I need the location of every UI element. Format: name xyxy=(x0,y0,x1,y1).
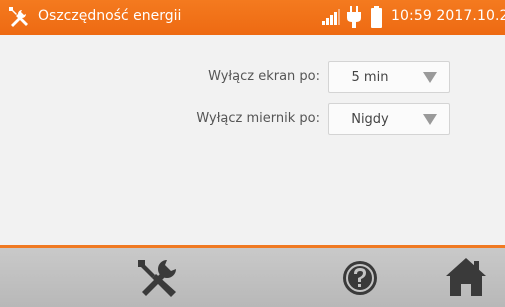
screen-off-row: Wyłącz ekran po: xyxy=(0,60,320,94)
title-bar: Oszczędność energii 10:59 2017.10.26 xyxy=(0,0,505,35)
plug-icon xyxy=(347,6,361,28)
chevron-down-icon xyxy=(423,114,437,125)
home-icon xyxy=(446,258,486,296)
bottom-toolbar xyxy=(0,248,505,307)
settings-panel: Wyłącz ekran po: 5 min Wyłącz miernik po… xyxy=(0,35,505,245)
help-button[interactable] xyxy=(341,259,379,297)
help-icon xyxy=(343,261,377,295)
meter-off-label: Wyłącz miernik po: xyxy=(196,111,320,126)
home-button[interactable] xyxy=(446,258,486,296)
screen-off-select[interactable]: 5 min xyxy=(328,61,450,93)
meter-off-select[interactable]: Nigdy xyxy=(328,103,450,135)
meter-off-value: Nigdy xyxy=(351,112,389,127)
chevron-down-icon xyxy=(423,72,437,83)
screen-off-value: 5 min xyxy=(351,70,389,85)
tools-icon xyxy=(138,260,176,297)
clock-readout: 10:59 2017.10.26 xyxy=(391,8,505,24)
signal-icon xyxy=(322,9,340,25)
meter-off-row: Wyłącz miernik po: xyxy=(0,102,320,136)
screen-off-label: Wyłącz ekran po: xyxy=(208,69,320,84)
tools-button[interactable] xyxy=(136,258,180,298)
tools-icon xyxy=(9,7,28,27)
battery-icon xyxy=(371,6,382,28)
page-title: Oszczędność energii xyxy=(38,8,182,24)
